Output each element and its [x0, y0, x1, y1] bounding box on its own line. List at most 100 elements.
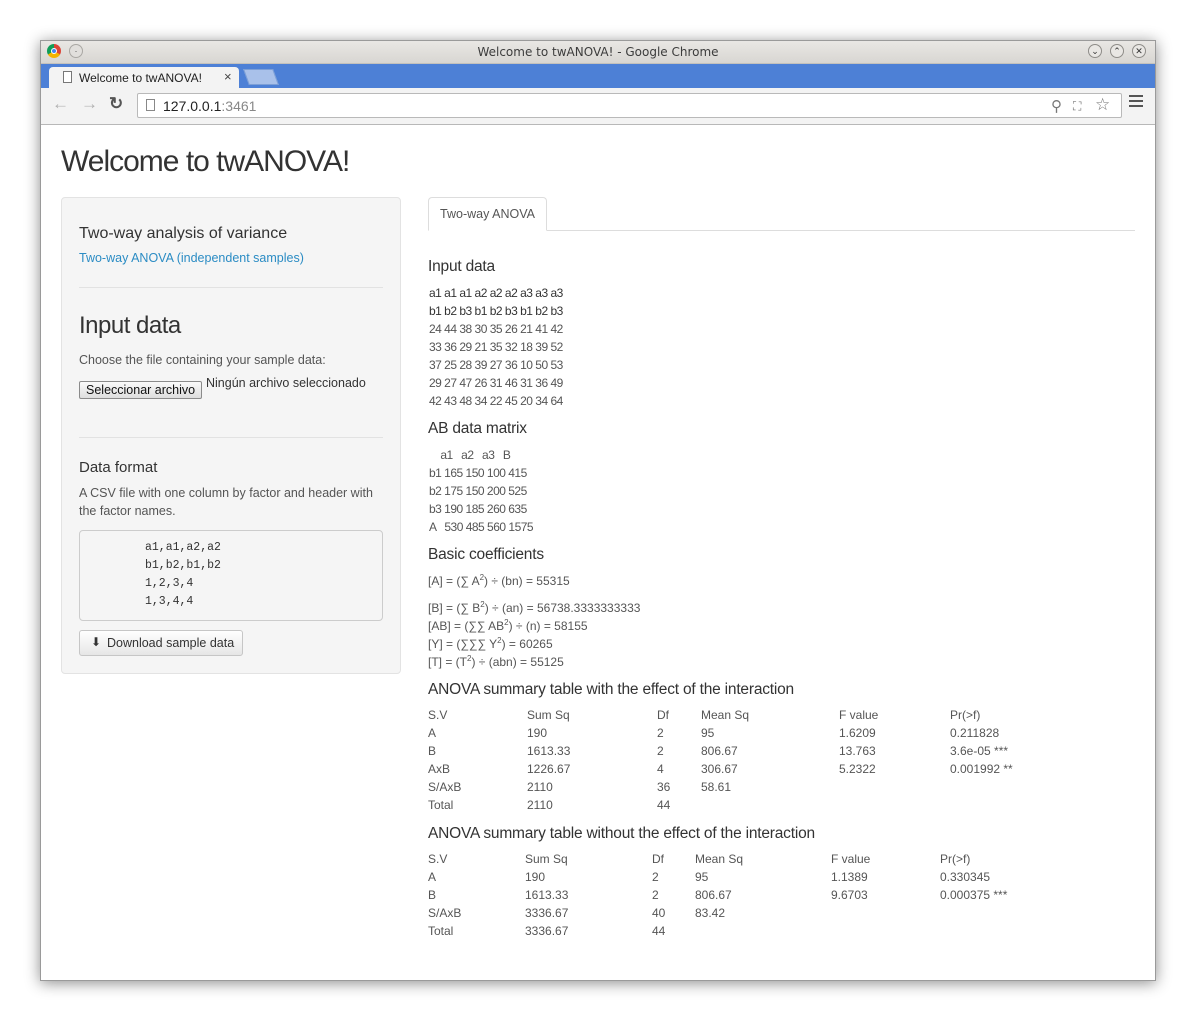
page-content: Welcome to twANOVA! Two-way analysis of …	[41, 125, 1155, 980]
two-way-anova-link[interactable]: Two-way ANOVA (independent samples)	[79, 251, 304, 265]
chrome-menu-icon[interactable]	[1129, 95, 1143, 110]
minimize-icon[interactable]: ⌄	[1088, 44, 1102, 58]
table-cell: 40	[652, 906, 666, 920]
new-tab-button[interactable]	[243, 69, 279, 85]
input-data-row: 42 43 48 34 22 45 20 34 64	[429, 394, 563, 408]
table-header-cell: Df	[657, 708, 669, 722]
table-cell: 95	[701, 726, 715, 740]
table-cell: 1.6209	[839, 726, 876, 740]
bookmark-star-icon[interactable]: ☆	[1095, 95, 1110, 115]
sample-csv-code: a1,a1,a2,a2 b1,b2,b1,b2 1,2,3,4 1,3,4,4	[79, 530, 383, 621]
table-cell: 190	[525, 870, 546, 884]
table-cell: 2	[657, 744, 664, 758]
tab-title: Welcome to twANOVA!	[79, 71, 202, 85]
table-cell: 44	[657, 798, 671, 812]
table-cell: 13.763	[839, 744, 876, 758]
ab-matrix-heading: AB data matrix	[428, 420, 527, 437]
download-icon: ⬇	[91, 635, 102, 649]
table-cell: 3336.67	[525, 924, 569, 938]
table-header-cell: F value	[839, 708, 879, 722]
table-cell: 1.1389	[831, 870, 868, 884]
back-icon[interactable]: ←	[52, 94, 69, 114]
table-header-cell: S.V	[428, 852, 448, 866]
forward-icon[interactable]: →	[81, 94, 98, 114]
browser-tab[interactable]: Welcome to twANOVA! ×	[49, 67, 239, 88]
table-cell: S/AxB	[428, 780, 462, 794]
code-line: 1,2,3,4	[145, 577, 194, 590]
sidebar-panel: Two-way analysis of variance Two-way ANO…	[61, 197, 401, 674]
table-cell: 806.67	[701, 744, 738, 758]
divider	[79, 287, 383, 288]
table-cell: 0.211828	[950, 726, 1000, 740]
table-header-cell: Pr(>f)	[940, 852, 971, 866]
input-data-header-row: a1 a1 a1 a2 a2 a2 a3 a3 a3	[429, 286, 563, 300]
table-cell: 2110	[527, 780, 553, 794]
table-cell: Total	[428, 798, 454, 812]
table-header-cell: Df	[652, 852, 664, 866]
table-header-cell: F value	[831, 852, 871, 866]
table-cell: 1613.33	[527, 744, 571, 758]
close-window-icon[interactable]: ✕	[1132, 44, 1146, 58]
maximize-icon[interactable]: ⌃	[1110, 44, 1124, 58]
table-cell: AxB	[428, 762, 451, 776]
table-header-cell: Mean Sq	[701, 708, 750, 722]
anova-no-interaction-heading: ANOVA summary table without the effect o…	[428, 825, 815, 842]
title-bar: · Welcome to twANOVA! - Google Chrome ⌄ …	[41, 41, 1155, 64]
analysis-title: Two-way analysis of variance	[79, 225, 288, 242]
tab-strip: Welcome to twANOVA! ×	[41, 64, 1155, 88]
table-cell: 83.42	[695, 906, 726, 920]
zoom-icon[interactable]: ⚲	[1051, 97, 1062, 115]
table-cell: 0.001992 **	[950, 762, 1013, 776]
download-label: Download sample data	[107, 636, 235, 650]
input-data-heading: Input data	[428, 258, 495, 275]
input-data-header-row: b1 b2 b3 b1 b2 b3 b1 b2 b3	[429, 304, 563, 318]
download-sample-button[interactable]: ⬇ Download sample data	[79, 630, 243, 656]
code-line: 1,3,4,4	[145, 595, 194, 608]
ab-matrix-row: b1 165 150 100 415	[429, 466, 527, 480]
table-cell: Total	[428, 924, 454, 938]
tab-close-icon[interactable]: ×	[224, 69, 232, 84]
tab-bar: Two-way ANOVA	[428, 197, 1135, 231]
table-cell: 306.67	[701, 762, 738, 776]
choose-file-button[interactable]: Seleccionar archivo	[79, 381, 203, 399]
page-info-icon[interactable]	[146, 99, 155, 111]
anova-interaction-heading: ANOVA summary table with the effect of t…	[428, 681, 794, 698]
tab-two-way-anova[interactable]: Two-way ANOVA	[428, 197, 547, 231]
table-cell: 190	[527, 726, 548, 740]
table-cell: 0.330345	[940, 870, 991, 884]
table-cell: 2	[652, 888, 659, 902]
format-description-line1: A CSV file with one column by factor and…	[79, 486, 373, 500]
url-text: 127.0.0.1:3461	[163, 98, 257, 114]
window-title: Welcome to twANOVA! - Google Chrome	[477, 45, 719, 59]
input-data-row: 24 44 38 30 35 26 21 41 42	[429, 322, 563, 336]
table-cell: B	[428, 744, 437, 758]
browser-window: · Welcome to twANOVA! - Google Chrome ⌄ …	[40, 40, 1156, 981]
input-data-title: Input data	[79, 312, 181, 339]
table-cell: 0.000375 ***	[940, 888, 1008, 902]
table-cell: 95	[695, 870, 709, 884]
divider	[79, 437, 383, 438]
table-cell: 3.6e-05 ***	[950, 744, 1009, 758]
table-cell: A	[428, 726, 437, 740]
ab-matrix-row: A 530 485 560 1575	[429, 520, 534, 534]
table-cell: A	[428, 870, 437, 884]
table-cell: 9.6703	[831, 888, 868, 902]
table-cell: 4	[657, 762, 664, 776]
page-icon	[63, 71, 72, 83]
input-data-row: 33 36 29 21 35 32 18 39 52	[429, 340, 563, 354]
table-cell: 2110	[527, 798, 553, 812]
address-bar[interactable]: 127.0.0.1:3461 ⚲ ⛶ ☆	[137, 93, 1122, 118]
coefficient-A: [A] = (∑ A2) ÷ (bn) = 55315	[428, 573, 570, 588]
ab-matrix-row: a1 a2 a3 B	[429, 448, 511, 462]
ab-matrix-row: b3 190 185 260 635	[429, 502, 527, 516]
table-cell: 2	[652, 870, 659, 884]
input-data-row: 37 25 28 39 27 36 10 50 53	[429, 358, 563, 372]
translate-icon[interactable]: ⛶	[1073, 99, 1081, 114]
table-cell: 44	[652, 924, 666, 938]
page-title: Welcome to twANOVA!	[61, 145, 350, 178]
reload-icon[interactable]: ↻	[109, 94, 123, 114]
table-header-cell: Sum Sq	[525, 852, 568, 866]
table-header-cell: S.V	[428, 708, 448, 722]
format-description-line2: the factor names.	[79, 504, 176, 518]
code-line: b1,b2,b1,b2	[145, 559, 221, 572]
